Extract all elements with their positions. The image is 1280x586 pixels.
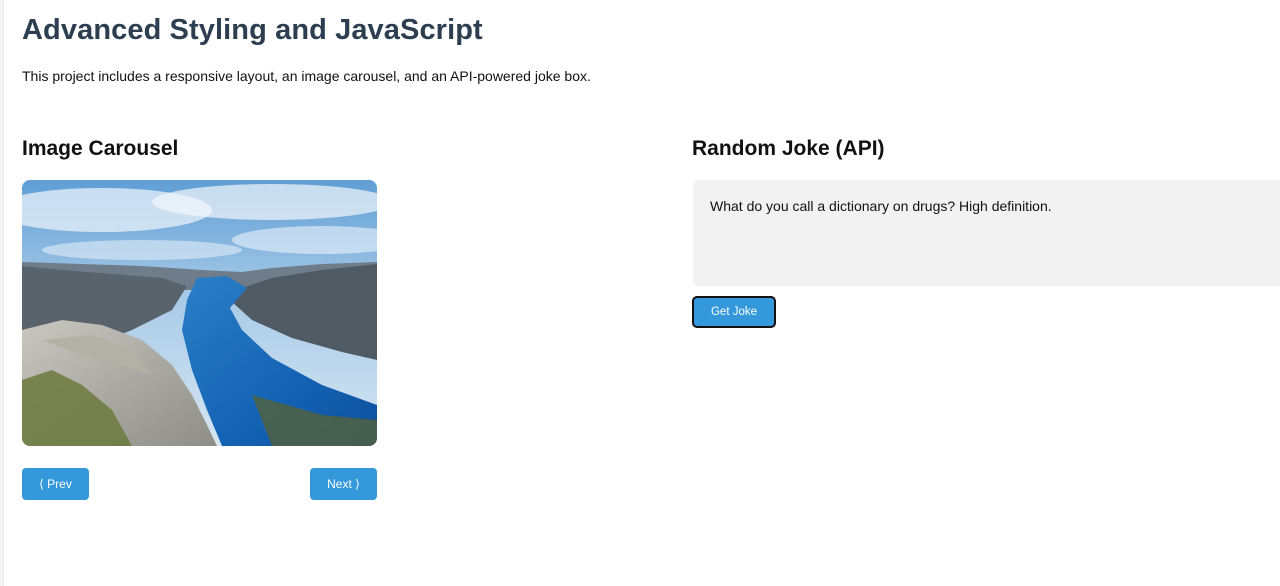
get-joke-button[interactable]: Get Joke: [692, 296, 776, 328]
prev-button[interactable]: ⟨ Prev: [22, 468, 89, 500]
page-left-edge: [0, 0, 4, 586]
joke-heading: Random Joke (API): [692, 137, 885, 160]
joke-text: What do you call a dictionary on drugs? …: [710, 198, 1052, 214]
page-title: Advanced Styling and JavaScript: [22, 14, 483, 46]
carousel-image: [22, 180, 377, 446]
joke-box: What do you call a dictionary on drugs? …: [693, 180, 1280, 286]
carousel-heading: Image Carousel: [22, 137, 179, 160]
intro-text: This project includes a responsive layou…: [22, 68, 591, 84]
next-button[interactable]: Next ⟩: [310, 468, 377, 500]
